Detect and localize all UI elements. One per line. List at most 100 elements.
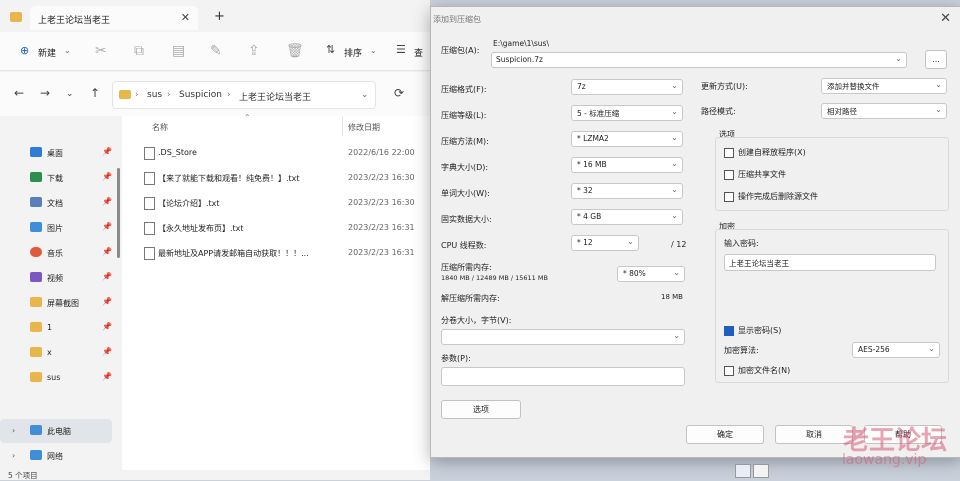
- tab-title: 上老王论坛当老王: [38, 16, 111, 26]
- file-row[interactable]: 最新地址及APP请发邮箱自动获取！！！... 2023/2/23 16:31: [122, 243, 430, 263]
- sfx-checkbox[interactable]: [724, 148, 734, 158]
- rename-icon[interactable]: ✎: [210, 43, 222, 59]
- chevron-down-icon: ⌄: [935, 80, 942, 89]
- file-row[interactable]: 【来了就能下载和观看！纯免费！】.txt 2023/2/23 16:30: [122, 168, 430, 188]
- update-label: 更新方式(U):: [701, 82, 748, 91]
- enc-method-select[interactable]: AES-256 ⌄: [852, 342, 940, 358]
- view-button[interactable]: 查: [414, 46, 423, 59]
- pin-icon: 📌: [102, 272, 112, 281]
- refresh-icon[interactable]: ⟳: [394, 86, 404, 100]
- delete-after-checkbox[interactable]: [724, 192, 734, 202]
- folder-icon: [119, 90, 131, 99]
- chevron-right-icon: ›: [12, 451, 16, 460]
- show-password-checkbox[interactable]: [724, 326, 734, 336]
- breadcrumb-sep: ›: [135, 90, 139, 100]
- new-button[interactable]: 新建: [38, 46, 56, 59]
- sidebar-item-this-pc[interactable]: › 此电脑: [0, 419, 112, 443]
- cancel-button[interactable]: 取消: [775, 425, 853, 444]
- options-button[interactable]: 选项: [441, 400, 521, 419]
- copy-icon[interactable]: ⧉: [134, 43, 144, 59]
- sidebar-item[interactable]: 视频 📌: [0, 266, 118, 290]
- shared-checkbox[interactable]: [724, 170, 734, 180]
- chevron-down-icon[interactable]: ⌄: [361, 90, 369, 100]
- sidebar-item-network[interactable]: › 网络: [0, 444, 118, 468]
- videos-icon: [30, 272, 42, 282]
- file-icon: [144, 147, 155, 160]
- breadcrumb-sep: ›: [227, 90, 231, 100]
- sidebar-item[interactable]: 1 📌: [0, 316, 118, 340]
- sidebar-item[interactable]: x 📌: [0, 341, 118, 365]
- mem-label: 压缩所需内存:: [441, 263, 492, 272]
- solid-label: 固实数据大小:: [441, 215, 492, 224]
- sidebar-item[interactable]: 屏幕截图 📌: [0, 291, 118, 315]
- dict-label: 字典大小(D):: [441, 163, 489, 172]
- file-row[interactable]: 【永久地址发布页】.txt 2023/2/23 16:31: [122, 218, 430, 238]
- up-icon[interactable]: ↑: [90, 86, 100, 100]
- ok-button[interactable]: 确定: [686, 425, 764, 444]
- tiles-view-icon[interactable]: [753, 464, 769, 478]
- column-header-name[interactable]: 名称: [152, 122, 168, 133]
- forward-icon[interactable]: →: [40, 86, 50, 100]
- chevron-down-icon: ⌄: [671, 107, 678, 116]
- column-divider: [342, 116, 343, 136]
- delete-icon[interactable]: 🗑: [286, 43, 304, 59]
- dict-select[interactable]: * 16 MB ⌄: [571, 157, 683, 173]
- chevron-down-icon: ⌄: [64, 46, 71, 55]
- column-header-date[interactable]: 修改日期: [348, 122, 380, 133]
- sidebar-item[interactable]: 文档 📌: [0, 191, 118, 215]
- pin-icon: 📌: [102, 147, 112, 156]
- share-icon[interactable]: ⇪: [248, 43, 260, 59]
- folder-icon: [30, 322, 42, 332]
- status-bar-count: 5 个项目: [8, 471, 38, 480]
- file-explorer-window: 上老王论坛当老王 ✕ + ⊕ 新建 ⌄ ✂ ⧉ ▤ ✎ ⇪ 🗑 ⇅ 排序 ⌄ ☰…: [0, 0, 430, 480]
- sidebar-item[interactable]: 下载 📌: [0, 166, 118, 190]
- chevron-right-icon: ›: [12, 426, 16, 435]
- address-input[interactable]: › sus › Suspicion › 上老王论坛当老王 ⌄: [112, 81, 376, 109]
- chevron-down-icon: ⌄: [673, 268, 680, 277]
- path-mode-select[interactable]: 相对路径 ⌄: [821, 103, 947, 119]
- cpu-label: CPU 线程数:: [441, 241, 487, 250]
- method-select[interactable]: * LZMA2 ⌄: [571, 131, 683, 147]
- sidebar-item[interactable]: 图片 📌: [0, 216, 118, 240]
- options-group: 创建自释放程序(X) 压缩共享文件 操作完成后删除源文件: [715, 137, 949, 211]
- folder-icon: [30, 372, 42, 382]
- cut-icon[interactable]: ✂: [95, 43, 107, 59]
- cpu-select[interactable]: * 12 ⌄: [571, 235, 639, 251]
- back-icon[interactable]: ←: [14, 86, 24, 100]
- cpu-max: / 12: [671, 240, 687, 249]
- password-field[interactable]: 上老王论坛当老王: [724, 254, 936, 271]
- browse-button[interactable]: ...: [925, 50, 947, 69]
- sort-button[interactable]: 排序: [344, 46, 362, 59]
- word-select[interactable]: * 32 ⌄: [571, 183, 683, 199]
- decomp-label: 解压缩所需内存:: [441, 294, 500, 303]
- dialog-title: 添加到压缩包: [433, 15, 481, 24]
- params-field[interactable]: [441, 367, 685, 386]
- update-select[interactable]: 添加并替换文件 ⌄: [821, 78, 947, 94]
- breadcrumb-item[interactable]: Suspicion: [179, 90, 222, 100]
- mem-select[interactable]: * 80% ⌄: [617, 266, 685, 282]
- format-label: 压缩格式(F):: [441, 85, 487, 94]
- level-select[interactable]: 5 - 标准压缩 ⌄: [571, 105, 683, 121]
- encrypt-names-checkbox[interactable]: [724, 366, 734, 376]
- file-row[interactable]: 【论坛介绍】.txt 2023/2/23 16:30: [122, 193, 430, 213]
- close-tab-icon[interactable]: ✕: [181, 11, 190, 24]
- word-label: 单词大小(W):: [441, 189, 490, 198]
- scrollbar[interactable]: [117, 168, 120, 258]
- breadcrumb-item[interactable]: 上老王论坛当老王: [239, 90, 311, 103]
- file-row[interactable]: .DS_Store 2022/6/16 22:00: [122, 143, 430, 163]
- folder-icon: [30, 347, 42, 357]
- details-view-icon[interactable]: [735, 464, 751, 478]
- paste-icon[interactable]: ▤: [172, 43, 185, 59]
- split-select[interactable]: ⌄: [441, 329, 685, 345]
- archive-name-field[interactable]: Suspicion.7z ⌄: [491, 52, 907, 68]
- recent-chevron-icon[interactable]: ⌄: [66, 89, 74, 99]
- explorer-tab[interactable]: 上老王论坛当老王 ✕: [10, 6, 198, 30]
- sidebar-item[interactable]: 桌面 📌: [0, 141, 118, 165]
- new-tab-button[interactable]: +: [214, 9, 225, 24]
- breadcrumb-item[interactable]: sus: [147, 90, 162, 100]
- sidebar-item[interactable]: 音乐 📌: [0, 241, 118, 265]
- close-icon[interactable]: ✕: [940, 11, 951, 26]
- solid-select[interactable]: * 4 GB ⌄: [571, 209, 683, 225]
- sidebar-item[interactable]: sus 📌: [0, 366, 118, 390]
- format-select[interactable]: 7z ⌄: [571, 79, 683, 95]
